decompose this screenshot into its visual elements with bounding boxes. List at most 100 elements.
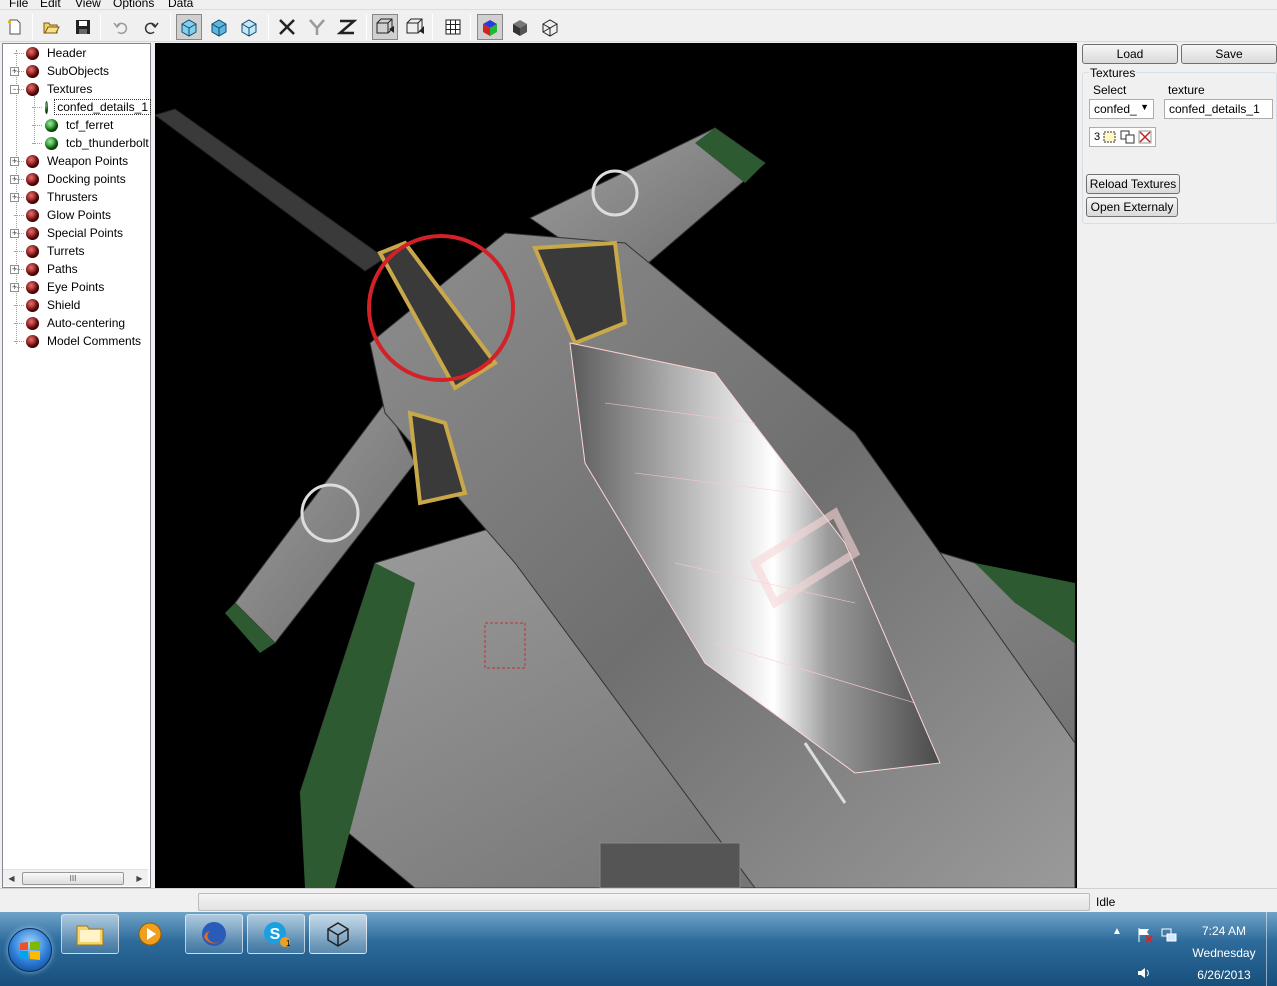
axis-z-button[interactable] [334,14,360,40]
view-lit-button[interactable] [236,14,262,40]
tree-hscrollbar[interactable]: ◀ III ▶ [3,869,148,886]
menu-data[interactable]: Data [168,0,193,9]
save-file-button[interactable] [70,14,96,40]
new-file-button[interactable] [2,14,28,40]
red-node-icon [26,82,39,96]
green-node-icon [45,136,58,150]
texture-select-dropdown[interactable]: confed_ ▼ [1089,99,1154,119]
save-button[interactable]: Save [1181,44,1277,64]
load-button[interactable]: Load [1082,44,1178,64]
svg-text:S: S [270,926,281,943]
action-center-flag-icon[interactable] [1136,927,1154,943]
show-desktop-button[interactable] [1266,912,1277,986]
tree-item-model-comments[interactable]: Model Comments [26,332,143,350]
tree-item-label: SubObjects [47,64,110,78]
select-label: Select [1093,83,1127,97]
tree-item-weapon-points[interactable]: Weapon Points [26,152,130,170]
tree-item-header[interactable]: Header [26,44,88,62]
tree-item-special-points[interactable]: Special Points [26,224,125,242]
cube-textured-icon [211,19,227,37]
3d-viewport[interactable] [155,43,1077,888]
taskbar-firefox-button[interactable] [185,914,243,954]
tree-item-glow-points[interactable]: Glow Points [26,206,113,224]
camera-perspective-button[interactable] [372,14,398,40]
scroll-left-arrow-icon[interactable]: ◀ [3,870,20,887]
cube-lit-icon [241,19,257,37]
tree-item-paths[interactable]: Paths [26,260,80,278]
open-externally-button[interactable]: Open Externaly [1086,197,1178,217]
axis-y-button[interactable] [304,14,330,40]
new-file-icon [8,19,21,35]
tree-item-confed-details-1[interactable]: confed_details_1 [45,98,151,116]
floppy-disk-icon [76,20,90,34]
tree-item-docking-points[interactable]: Docking points [26,170,128,188]
view-shaded-button[interactable] [176,14,202,40]
texture-icon-strip: 3 [1089,127,1156,147]
red-node-icon [26,280,39,294]
tree-item-shield[interactable]: Shield [26,296,82,314]
scroll-right-arrow-icon[interactable]: ▶ [131,870,148,887]
tree-item-turrets[interactable]: Turrets [26,242,87,260]
camera-ortho-button[interactable] [402,14,428,40]
tree-item-label: Thrusters [47,190,98,204]
solid-mode-button[interactable] [507,14,533,40]
undo-button[interactable] [108,14,134,40]
green-node-icon [45,100,49,114]
tree-item-label: tcb_thunderbolt [66,136,149,150]
start-button[interactable] [8,928,52,972]
reload-textures-button[interactable]: Reload Textures [1086,174,1180,194]
redo-button[interactable] [138,14,164,40]
tree-item-tcb-thunderbolt[interactable]: tcb_thunderbolt [45,134,151,152]
delete-texture-icon[interactable] [1138,130,1152,144]
undo-icon [113,22,128,35]
view-textured-button[interactable] [206,14,232,40]
grid-icon [445,19,461,35]
camera-box-icon [376,18,394,34]
select-region-icon[interactable] [1102,130,1118,144]
tree-item-auto-centering[interactable]: Auto-centering [26,314,127,332]
red-node-icon [26,190,39,204]
axis-z-icon [337,19,357,35]
red-node-icon [26,316,39,330]
tree-item-eye-points[interactable]: Eye Points [26,278,106,296]
taskbar-skype-button[interactable]: S 1 [247,914,305,954]
red-node-icon [26,46,39,60]
tree-item-label: Paths [47,262,78,276]
taskbar-pcs-editor-button[interactable] [309,914,367,954]
tree-item-thrusters[interactable]: Thrusters [26,188,100,206]
axis-y-icon [309,19,325,35]
clock-date[interactable]: 6/26/2013 [1194,968,1254,982]
wireframe-mode-button[interactable] [537,14,563,40]
color-mode-button[interactable] [477,14,503,40]
tree-item-label: Special Points [47,226,124,240]
tray-show-hidden-icon[interactable]: ▲ [1112,926,1122,937]
tree-item-tcf-ferret[interactable]: tcf_ferret [45,116,115,134]
redo-icon [144,22,159,35]
tree-item-label: Textures [47,82,93,96]
scroll-thumb[interactable]: III [22,872,124,885]
tree-item-subobjects[interactable]: SubObjects [26,62,111,80]
tree-item-textures[interactable]: Textures [26,80,94,98]
network-icon[interactable] [1160,926,1178,944]
tree-item-label: Docking points [47,172,126,186]
clock-day[interactable]: Wednesday [1190,946,1258,960]
open-file-button[interactable] [38,14,64,40]
copy-texture-icon[interactable] [1120,130,1136,144]
pcs-model-editor-window: File Edit View Options Data Header + Sub… [0,0,1277,986]
wireframe-cube-app-icon [327,922,349,947]
menu-options[interactable]: Options [113,0,154,9]
red-node-icon [26,226,39,240]
menu-view[interactable]: View [75,0,101,9]
dark-cube-icon [513,20,527,36]
taskbar-explorer-button[interactable] [61,914,119,954]
axis-x-button[interactable] [274,14,300,40]
texture-name-value: confed_details_1 [1169,102,1260,116]
menu-edit[interactable]: Edit [40,0,61,9]
texture-name-field[interactable]: confed_details_1 [1164,99,1273,119]
volume-icon[interactable] [1136,966,1152,980]
taskbar-media-player-button[interactable] [121,914,179,954]
grid-toggle-button[interactable] [440,14,466,40]
texture-label: texture [1168,83,1205,97]
clock-time[interactable]: 7:24 AM [1194,924,1254,938]
menu-file[interactable]: File [9,0,28,9]
